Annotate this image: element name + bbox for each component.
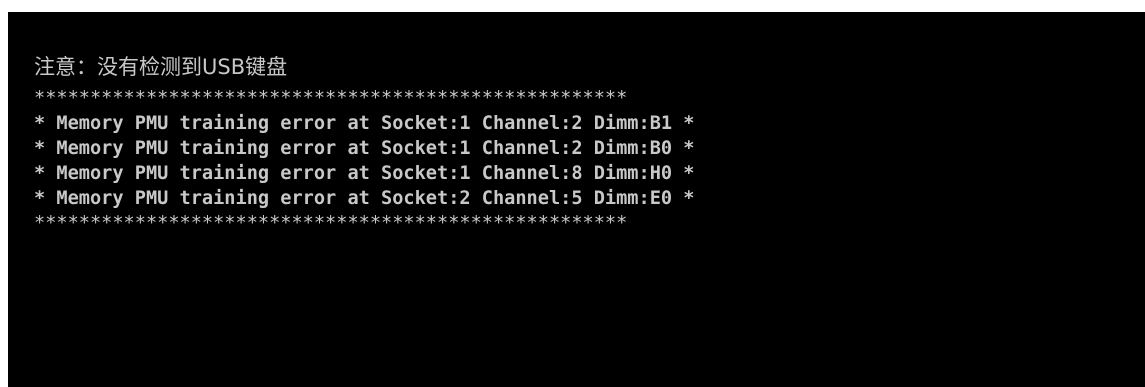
- usb-keyboard-notice: 注意：没有检测到USB键盘: [34, 55, 288, 79]
- error-line: * Memory PMU training error at Socket:1 …: [34, 113, 695, 134]
- console-output: 注意：没有检测到USB键盘 **************************…: [34, 50, 694, 236]
- error-line: * Memory PMU training error at Socket:1 …: [34, 163, 695, 184]
- border-bottom: ****************************************…: [34, 213, 628, 234]
- error-line: * Memory PMU training error at Socket:1 …: [34, 138, 695, 159]
- error-line: * Memory PMU training error at Socket:2 …: [34, 188, 695, 209]
- border-top: ****************************************…: [34, 88, 628, 109]
- console-screen: 注意：没有检测到USB键盘 **************************…: [8, 12, 1145, 387]
